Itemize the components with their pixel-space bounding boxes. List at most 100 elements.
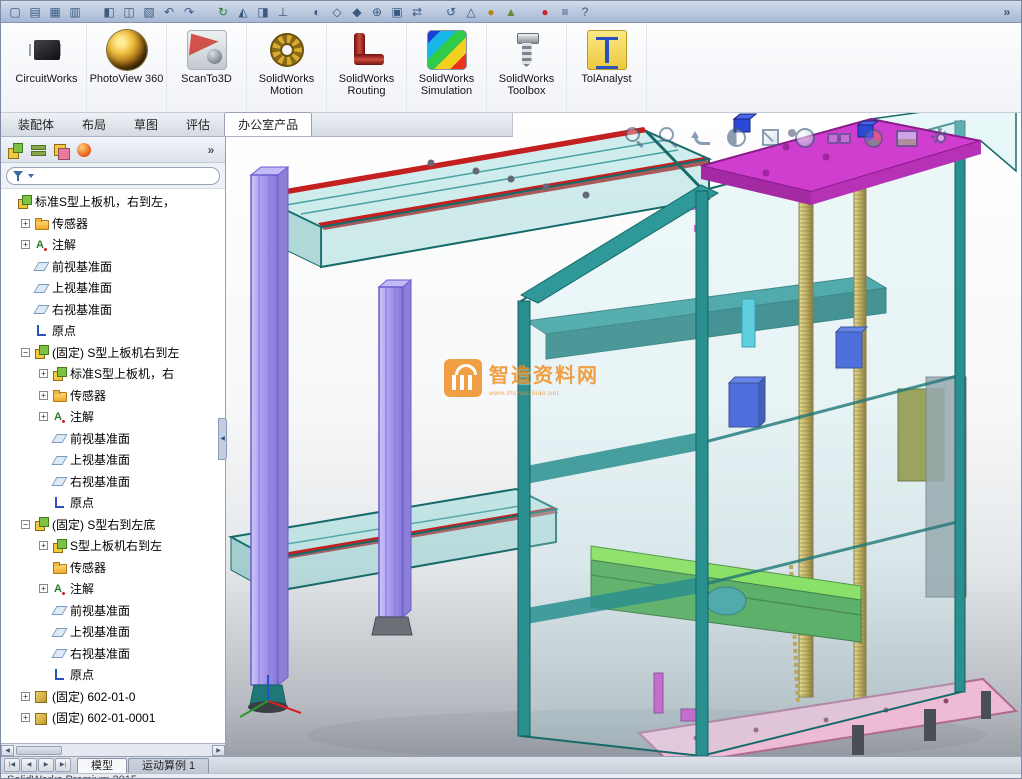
tree-item[interactable]: + (固定) 602-01-0001 (1, 707, 225, 729)
expand-toggle-icon[interactable]: + (39, 412, 48, 422)
tree-item[interactable]: 原点 (1, 492, 225, 514)
tree-item[interactable]: 右视基准面 (1, 299, 225, 321)
solidworks-routing-button[interactable]: SolidWorks Routing (327, 23, 407, 112)
apply-scene-icon[interactable] (894, 125, 919, 150)
previous-view-icon[interactable] (690, 125, 715, 150)
redo-icon[interactable]: ↷ (179, 3, 199, 21)
tree-item[interactable]: + 传感器 (1, 213, 225, 235)
expand-toggle-icon[interactable]: + (21, 691, 30, 701)
scanto3d-button[interactable]: ScanTo3D (167, 23, 247, 112)
help-icon[interactable]: ? (575, 3, 595, 21)
tree-filter-input[interactable] (37, 168, 213, 183)
propertymanager-tab[interactable] (29, 141, 47, 159)
motion-study-tab[interactable]: 运动算例 1 (128, 758, 210, 773)
tree-item[interactable]: 原点 (1, 664, 225, 686)
view-orientation-icon[interactable] (758, 125, 783, 150)
circuitworks-button[interactable]: CircuitWorks (7, 23, 87, 112)
tolanalyst-button[interactable]: TolAnalyst (567, 23, 647, 112)
tree-item[interactable]: 前视基准面 (1, 600, 225, 622)
expand-toggle-icon[interactable]: + (39, 390, 48, 400)
copy-icon[interactable]: ◫ (119, 3, 139, 21)
tree-item[interactable]: 前视基准面 (1, 256, 225, 278)
toolbar-overflow-chevron[interactable]: » (997, 3, 1017, 21)
tab-scroll-prev-button[interactable]: ◀ (21, 758, 37, 772)
expand-toggle-icon[interactable]: + (39, 584, 48, 594)
tab-evaluate[interactable]: 评估 (172, 112, 224, 136)
tab-assembly[interactable]: 装配体 (4, 112, 68, 136)
shaded-icon[interactable]: ◆ (347, 3, 367, 21)
expand-toggle-icon[interactable]: + (21, 218, 30, 228)
zoom-area-icon[interactable]: ▣ (387, 3, 407, 21)
configurationmanager-tab[interactable] (52, 141, 70, 160)
zoom-fit-icon[interactable] (622, 125, 647, 150)
scroll-left-button[interactable]: ◀ (1, 744, 14, 756)
new-document-icon[interactable]: ▢ (5, 3, 25, 21)
featuremanager-tab[interactable] (6, 141, 24, 159)
tree-item[interactable]: 右视基准面 (1, 471, 225, 493)
tree-item[interactable]: − (固定) S型上板机右到左 (1, 342, 225, 364)
view-settings-icon[interactable] (928, 125, 953, 150)
tree-item[interactable]: 上视基准面 (1, 621, 225, 643)
tab-scroll-first-button[interactable]: |◀ (4, 758, 20, 772)
tree-item[interactable]: 原点 (1, 320, 225, 342)
edit-appearance-icon[interactable] (860, 125, 885, 150)
photoview-360-button[interactable]: PhotoView 360 (87, 23, 167, 112)
standard-views-icon[interactable]: △ (461, 3, 481, 21)
rebuild-icon[interactable]: ↻ (213, 3, 233, 21)
paste-icon[interactable]: ▧ (139, 3, 159, 21)
tab-sketch[interactable]: 草图 (120, 112, 172, 136)
tree-item[interactable]: + (固定) 602-01-0 (1, 686, 225, 708)
tree-item[interactable]: 前视基准面 (1, 428, 225, 450)
smart-dimension-icon[interactable]: ◨ (253, 3, 273, 21)
displaymanager-tab[interactable] (75, 141, 93, 159)
tree-filter-box[interactable] (6, 166, 220, 185)
section-view-icon[interactable]: ◐ (307, 3, 327, 21)
tree-item[interactable]: + 传感器 (1, 385, 225, 407)
zoom-area-icon[interactable] (656, 125, 681, 150)
solidworks-simulation-button[interactable]: SolidWorks Simulation (407, 23, 487, 112)
cut-icon[interactable]: ◧ (99, 3, 119, 21)
tree-item[interactable]: + S型上板机右到左 (1, 535, 225, 557)
solidworks-motion-button[interactable]: SolidWorks Motion (247, 23, 327, 112)
tree-item[interactable]: 传感器 (1, 557, 225, 579)
panel-flyout-chevron[interactable]: » (202, 141, 220, 159)
tree-item[interactable]: + 标准S型上板机，右 (1, 363, 225, 385)
scrollbar-thumb[interactable] (16, 745, 62, 755)
tab-scroll-last-button[interactable]: ▶| (55, 758, 71, 772)
tree-item[interactable]: + 注解 (1, 406, 225, 428)
model-tab[interactable]: 模型 (77, 758, 127, 773)
expand-toggle-icon[interactable]: − (21, 347, 30, 357)
render-icon[interactable]: ● (535, 3, 555, 21)
display-style-icon[interactable] (792, 125, 817, 150)
section-view-icon[interactable] (724, 125, 749, 150)
tree-item[interactable]: + 注解 (1, 578, 225, 600)
tree-item[interactable]: − (固定) S型右到左底 (1, 514, 225, 536)
solidworks-toolbox-button[interactable]: SolidWorks Toolbox (487, 23, 567, 112)
model-3d-view[interactable] (226, 113, 1022, 756)
hide-show-items-icon[interactable] (826, 125, 851, 150)
appearance-icon[interactable]: ● (481, 3, 501, 21)
tree-item[interactable]: 右视基准面 (1, 643, 225, 665)
tree-item[interactable]: 上视基准面 (1, 449, 225, 471)
zoom-fit-icon[interactable]: ⊕ (367, 3, 387, 21)
tab-scroll-next-button[interactable]: ▶ (38, 758, 54, 772)
tab-office-products[interactable]: 办公室产品 (224, 112, 313, 136)
pan-icon[interactable]: ⇄ (407, 3, 427, 21)
tab-layout[interactable]: 布局 (68, 112, 120, 136)
sketch-icon[interactable]: ◭ (233, 3, 253, 21)
expand-toggle-icon[interactable]: + (21, 240, 30, 250)
scroll-right-button[interactable]: ▶ (212, 744, 225, 756)
expand-toggle-icon[interactable]: + (39, 369, 48, 379)
rotate-view-icon[interactable]: ↺ (441, 3, 461, 21)
print-icon[interactable]: ▥ (65, 3, 85, 21)
undo-icon[interactable]: ↶ (159, 3, 179, 21)
measure-icon[interactable]: ⊥ (273, 3, 293, 21)
tree-item[interactable]: 上视基准面 (1, 277, 225, 299)
graphics-area[interactable]: 智造资料网 www.zhizaoziliao.net (226, 113, 1022, 756)
expand-toggle-icon[interactable]: − (21, 519, 30, 529)
open-icon[interactable]: ▤ (25, 3, 45, 21)
panel-collapse-button[interactable]: ◀ (218, 418, 227, 460)
tree-item[interactable]: + 注解 (1, 234, 225, 256)
expand-toggle-icon[interactable]: + (21, 713, 30, 723)
wireframe-icon[interactable]: ◇ (327, 3, 347, 21)
